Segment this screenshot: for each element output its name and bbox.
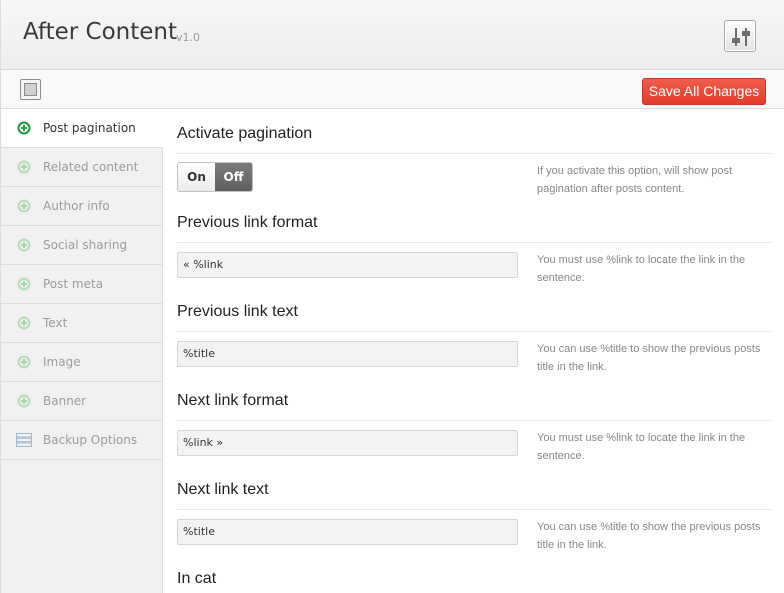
plus-circle-icon <box>17 394 31 408</box>
sidebar-item-post-pagination[interactable]: Post pagination <box>1 109 163 148</box>
sidebar-item-author-info[interactable]: Author info <box>1 187 162 226</box>
sidebar-item-label: Social sharing <box>43 238 128 252</box>
sidebar-item-social-sharing[interactable]: Social sharing <box>1 226 162 265</box>
section-next-link-text: Next link text %title You can use %title… <box>177 479 771 559</box>
plus-circle-icon <box>17 355 31 369</box>
sidebar: Post pagination Related content Author i… <box>1 109 163 593</box>
section-title: Previous link format <box>177 212 771 243</box>
sidebar-item-label: Post pagination <box>43 121 136 135</box>
options-panel: After Content v1.0 Save All Changes Post… <box>0 0 784 593</box>
field-description: You must use %link to locate the link in… <box>537 432 746 462</box>
sidebar-item-label: Text <box>43 316 68 330</box>
sidebar-item-label: Backup Options <box>43 433 138 447</box>
save-all-changes-button[interactable]: Save All Changes <box>642 78 766 105</box>
field-description: You must use %link to locate the link in… <box>537 254 746 284</box>
list-icon <box>16 433 32 447</box>
main-content: Activate pagination On Off If you activa… <box>163 109 784 593</box>
next-link-text-input[interactable]: %title <box>177 519 518 545</box>
plus-circle-icon <box>17 277 31 291</box>
section-title: Next link format <box>177 390 771 421</box>
plus-circle-icon <box>17 160 31 174</box>
sidebar-item-label: Banner <box>43 394 87 408</box>
toolbar: Save All Changes <box>1 70 784 109</box>
version-label: v1.0 <box>176 31 201 44</box>
field-description: You can use %title to show the previous … <box>537 521 761 551</box>
settings-button[interactable] <box>724 20 756 52</box>
section-title: In cat <box>177 568 771 593</box>
previous-link-text-input[interactable]: %title <box>177 341 518 367</box>
field-description: If you activate this option, will show p… <box>537 165 733 195</box>
section-in-cat: In cat <box>177 568 771 593</box>
sidebar-item-banner[interactable]: Banner <box>1 382 162 421</box>
sliders-icon <box>732 28 750 46</box>
plus-circle-icon <box>17 316 31 330</box>
next-link-format-input[interactable]: %link » <box>177 430 518 456</box>
field-description: You can use %title to show the previous … <box>537 343 761 373</box>
previous-link-format-input[interactable]: « %link <box>177 252 518 278</box>
sidebar-item-image[interactable]: Image <box>1 343 162 382</box>
page-title: After Content <box>23 19 178 45</box>
sidebar-item-label: Image <box>43 355 81 369</box>
plus-circle-icon <box>17 238 31 252</box>
sidebar-item-label: Author info <box>43 199 110 213</box>
toggle-off-option[interactable]: Off <box>215 163 252 191</box>
section-title: Activate pagination <box>177 123 771 154</box>
header: After Content v1.0 <box>1 0 784 70</box>
sidebar-item-text[interactable]: Text <box>1 304 162 343</box>
pagination-toggle[interactable]: On Off <box>177 162 253 192</box>
section-next-link-format: Next link format %link » You must use %l… <box>177 390 771 470</box>
section-previous-link-format: Previous link format « %link You must us… <box>177 212 771 292</box>
expand-button[interactable] <box>20 79 41 100</box>
plus-circle-icon <box>17 199 31 213</box>
sidebar-item-backup-options[interactable]: Backup Options <box>1 421 162 460</box>
sidebar-item-label: Related content <box>43 160 139 174</box>
section-title: Next link text <box>177 479 771 510</box>
sidebar-item-post-meta[interactable]: Post meta <box>1 265 162 304</box>
section-title: Previous link text <box>177 301 771 332</box>
section-previous-link-text: Previous link text %title You can use %t… <box>177 301 771 381</box>
toggle-on-option[interactable]: On <box>178 163 215 191</box>
sidebar-item-label: Post meta <box>43 277 104 291</box>
expand-icon <box>24 83 37 96</box>
sidebar-item-related-content[interactable]: Related content <box>1 148 162 187</box>
plus-circle-icon <box>17 121 31 135</box>
section-activate-pagination: Activate pagination On Off If you activa… <box>177 123 771 203</box>
